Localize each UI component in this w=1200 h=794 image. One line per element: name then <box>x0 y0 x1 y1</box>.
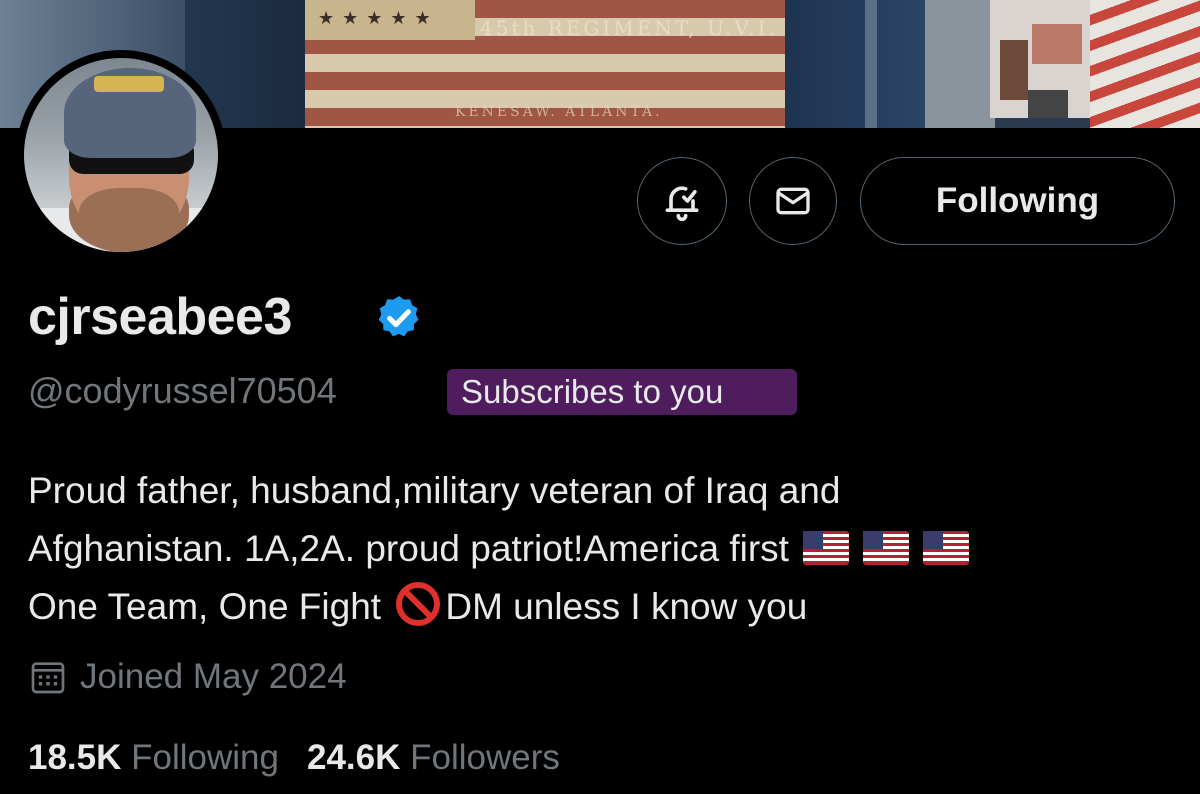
verified-badge-icon[interactable] <box>374 293 424 343</box>
banner-flag-text-lower: KENESAW. ATLANTA. <box>455 104 663 120</box>
profile-handle: @codyrussel70504 <box>28 370 337 411</box>
bio-line: One Team, One Fight DM unless I know you <box>28 578 1178 636</box>
us-flag-icon <box>922 531 969 565</box>
bio-line-text: DM unless I know you <box>445 586 808 627</box>
notification-button[interactable] <box>637 157 727 245</box>
following-label: Following <box>131 738 279 777</box>
message-button[interactable] <box>749 157 837 245</box>
banner-flag-right <box>1090 0 1200 128</box>
followers-link[interactable]: 24.6K Followers <box>307 738 560 777</box>
follow-stats: 18.5K Following 24.6K Followers <box>28 738 560 778</box>
banner-flag-text: 45th REGIMENT, U.V.I. <box>480 16 778 40</box>
bio-line: Proud father, husband,military veteran o… <box>28 470 841 511</box>
following-link[interactable]: 18.5K Following <box>28 738 279 777</box>
followers-label: Followers <box>410 738 560 777</box>
avatar-beard-lower <box>79 188 179 248</box>
profile-page: ★★★★★ 45th REGIMENT, U.V.I. KENESAW. ATL… <box>0 0 1200 794</box>
avatar-image <box>24 58 218 252</box>
display-name: cjrseabee3 <box>28 288 292 346</box>
joined-text: Joined May 2024 <box>80 657 347 696</box>
us-flag-icon <box>862 531 909 565</box>
joined-date: Joined May 2024 <box>28 657 347 697</box>
banner-display-case <box>785 0 925 128</box>
following-count: 18.5K <box>28 738 122 777</box>
subscribes-badge: Subscribes to you <box>447 369 797 415</box>
following-button[interactable]: Following <box>860 157 1175 245</box>
banner-case-frame <box>865 0 877 128</box>
avatar-beanie-patch <box>94 76 164 92</box>
bio-line-text: Afghanistan. 1A,2A. proud patriot!Americ… <box>28 528 789 569</box>
banner-poster-photo <box>1000 40 1028 100</box>
bio-line-text: One Team, One Fight <box>28 586 382 627</box>
prohibited-icon <box>396 582 441 626</box>
banner-poster-photo <box>1032 24 1082 64</box>
banner-poster-photo <box>1028 90 1068 118</box>
bell-check-icon <box>665 186 699 222</box>
avatar[interactable] <box>16 50 226 260</box>
us-flag-icon <box>802 531 849 565</box>
followers-count: 24.6K <box>307 738 401 777</box>
profile-bio: Proud father, husband,military veteran o… <box>28 462 1178 636</box>
banner-stars: ★★★★★ <box>318 8 439 28</box>
bio-line: Afghanistan. 1A,2A. proud patriot!Americ… <box>28 520 1178 578</box>
banner-display-panel <box>925 0 995 128</box>
calendar-icon <box>31 662 65 694</box>
envelope-icon <box>776 187 810 215</box>
